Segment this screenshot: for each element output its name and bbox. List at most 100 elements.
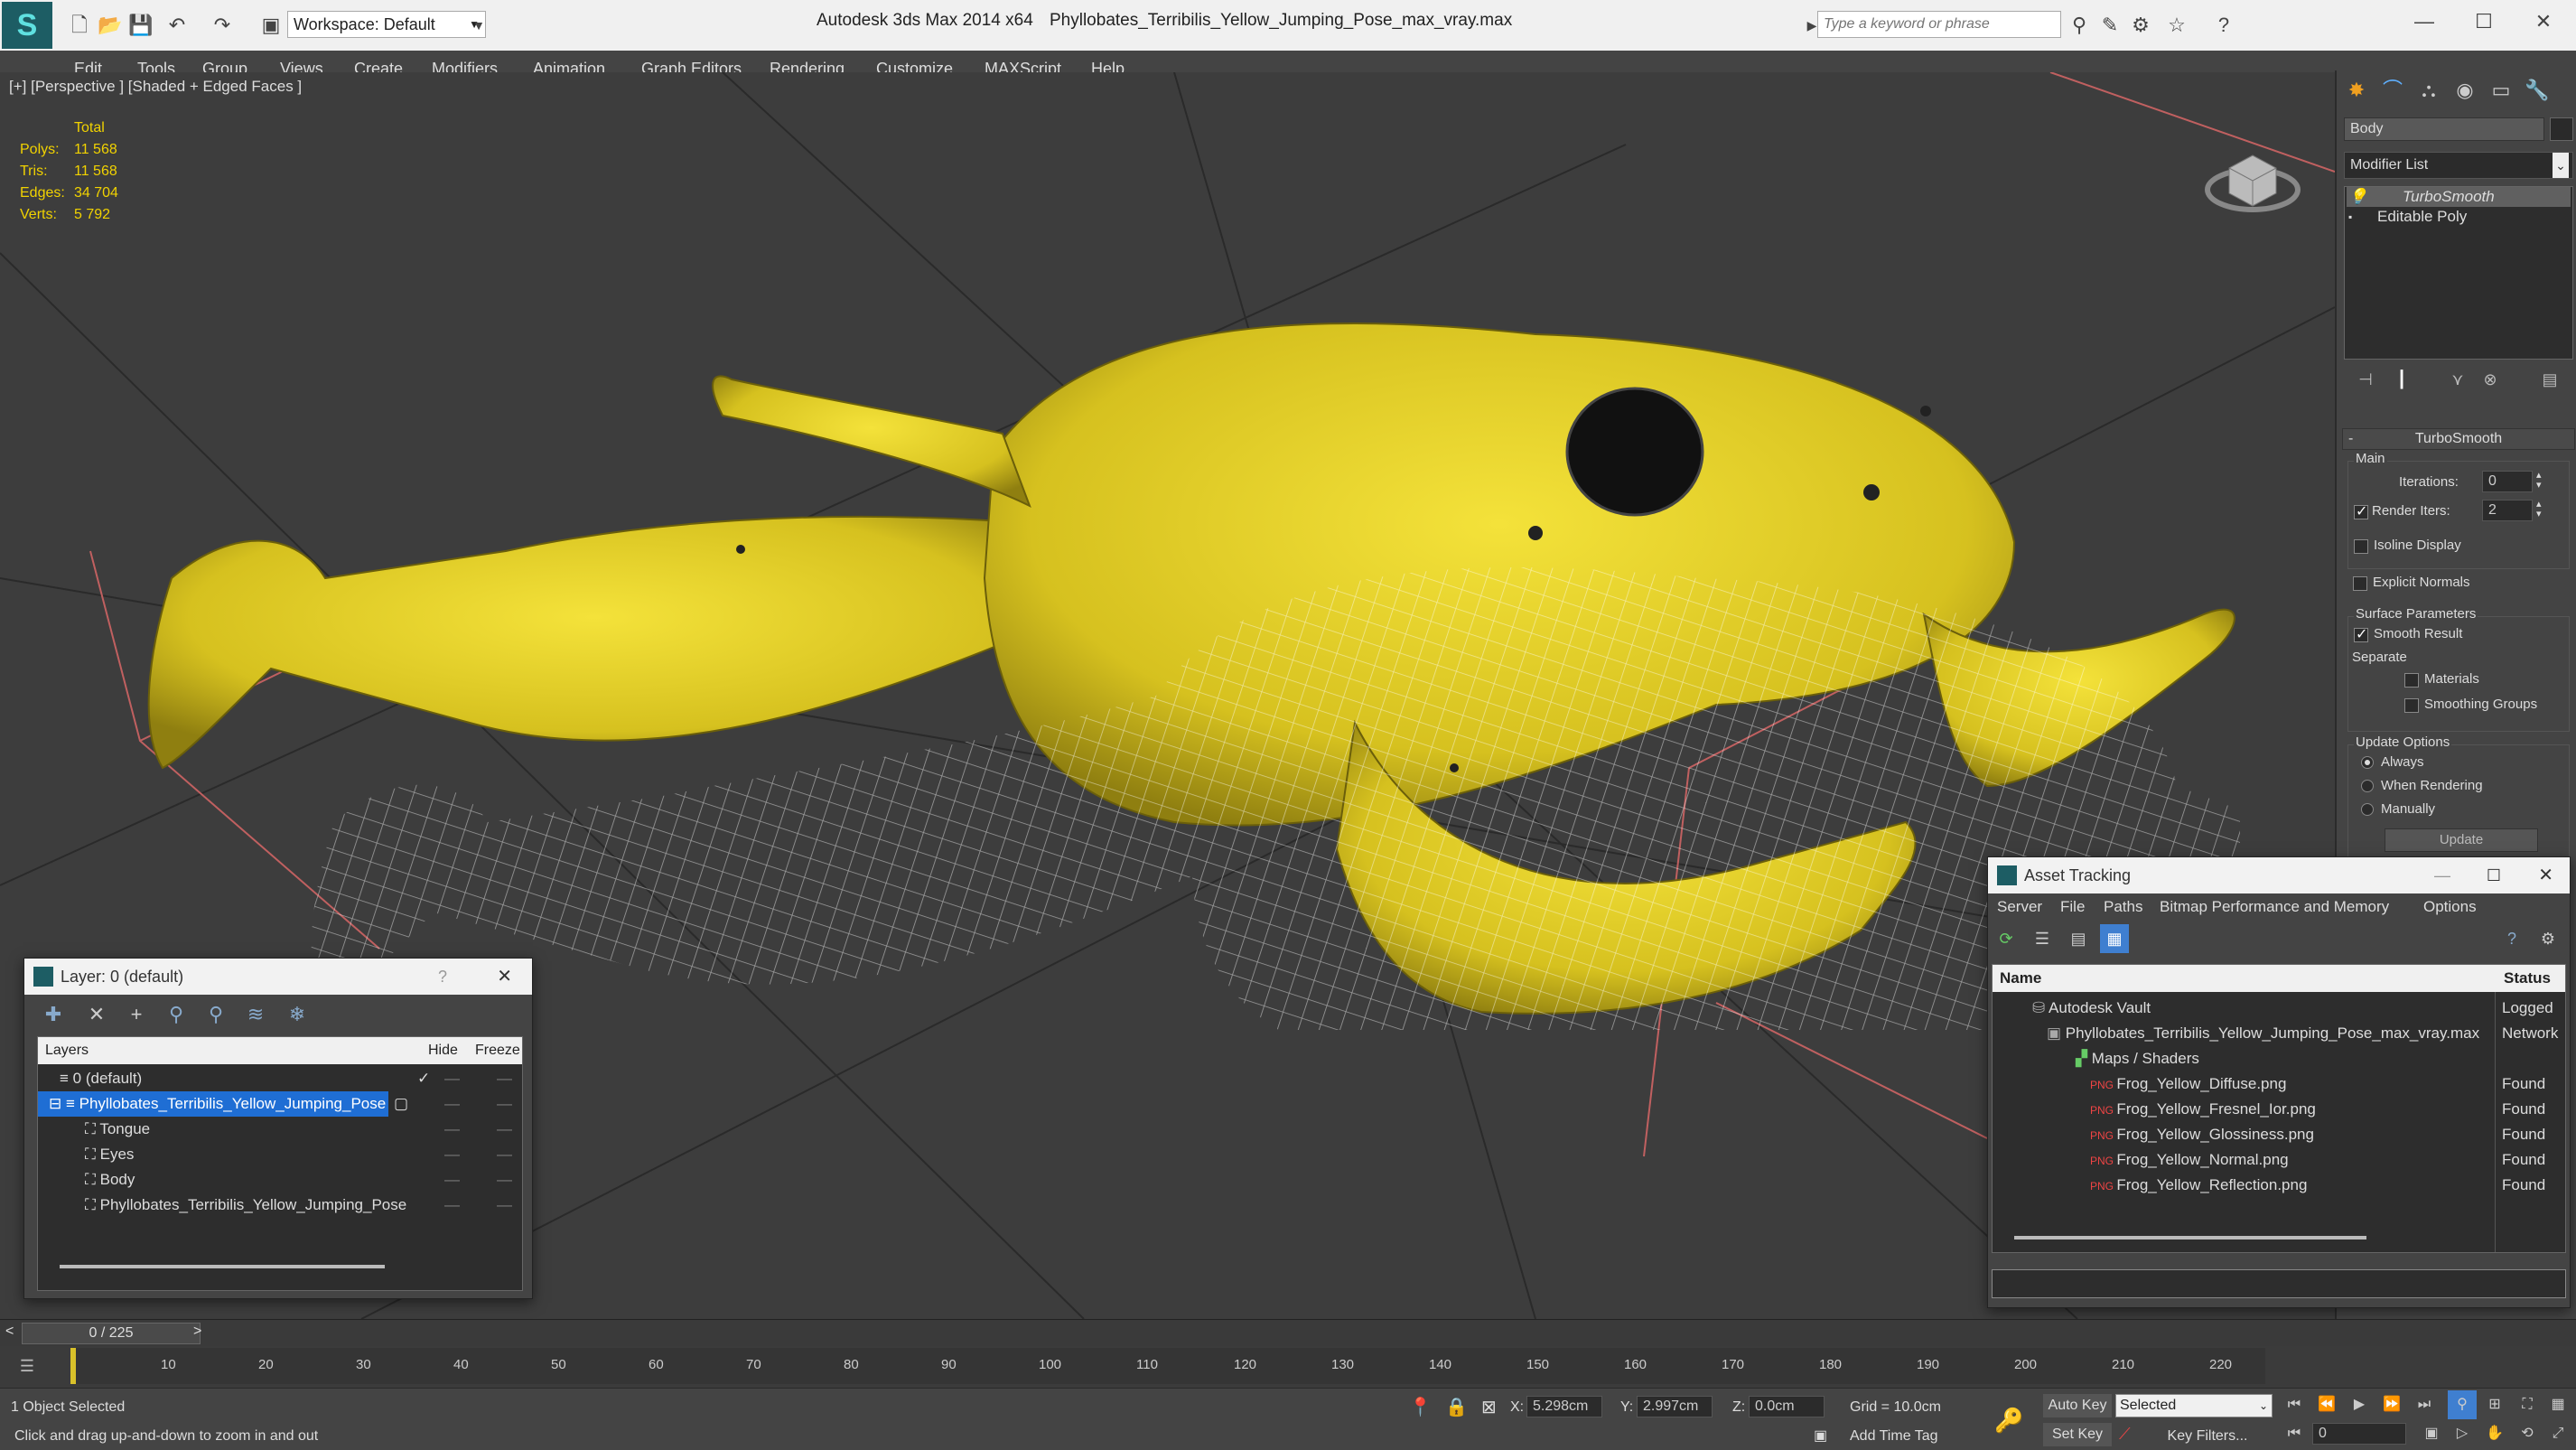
rollout-header[interactable]: - TurboSmooth (2342, 428, 2575, 450)
freeze-all-layers-icon[interactable]: ❄ (283, 1000, 312, 1029)
field-of-view-icon[interactable]: ▷ (2448, 1419, 2477, 1448)
layer-row-eyes[interactable]: ⛶ Eyes — — (38, 1142, 522, 1167)
search-input[interactable] (1817, 11, 2061, 38)
mini-curve-editor-icon[interactable]: ☰ (13, 1352, 42, 1380)
track-bar-ruler[interactable]: 10 20 30 40 50 60 70 80 90 100 110 120 130 140 150 160 1… (70, 1348, 2265, 1384)
freeze-toggle[interactable]: — (497, 1091, 512, 1117)
checkmark-icon[interactable]: ✓ (417, 1066, 430, 1091)
maximize-icon[interactable]: ☐ (2469, 7, 2498, 36)
refresh-icon[interactable]: ⟳ (1992, 924, 2021, 953)
horizontal-scrollbar[interactable] (2014, 1236, 2366, 1240)
time-configuration-icon[interactable]: ▣ (2417, 1419, 2446, 1448)
favorites-star-icon[interactable]: ☆ (2162, 11, 2191, 40)
close-icon[interactable]: ✕ (497, 959, 512, 995)
absolute-mode-icon[interactable]: ⊠ (1481, 1396, 1497, 1418)
select-in-layer-icon[interactable]: ⚲ (162, 1000, 191, 1029)
detail-view-icon[interactable]: ▤ (2064, 924, 2093, 953)
horizontal-scrollbar[interactable] (60, 1265, 385, 1268)
y-coordinate-field[interactable]: 2.997cm (1637, 1396, 1713, 1417)
explicit-normals-checkbox[interactable] (2353, 576, 2367, 591)
new-layer-icon[interactable]: ✚ (39, 1000, 68, 1029)
asset-row-glossiness[interactable]: PNG Frog_Yellow_Glossiness.png Found (1993, 1122, 2565, 1147)
hide-toggle[interactable]: — (444, 1142, 460, 1167)
hide-toggle[interactable]: — (444, 1193, 460, 1218)
asset-menu-file[interactable]: File (2060, 893, 2085, 921)
spinner-arrows-icon[interactable]: ▴ ▾ (2536, 500, 2542, 519)
manually-radio[interactable] (2361, 803, 2374, 816)
highlight-layer-icon[interactable]: ⚲ (201, 1000, 230, 1029)
zoom-icon[interactable]: ⚲ (2448, 1390, 2477, 1419)
redo-icon[interactable]: ↷ (208, 11, 237, 40)
object-color-swatch[interactable] (2550, 117, 2573, 141)
asset-row-diffuse[interactable]: PNG Frog_Yellow_Diffuse.png Found (1993, 1071, 2565, 1097)
render-iters-spinner[interactable]: 2 (2482, 500, 2533, 521)
selection-lock-icon[interactable]: 🔒 (1445, 1396, 1468, 1418)
layer-window-titlebar[interactable]: Layer: 0 (default)? ✕ (24, 959, 532, 995)
project-folder-icon[interactable]: ▣ (257, 11, 285, 40)
minimize-icon[interactable]: — (2410, 7, 2439, 36)
next-frame-icon[interactable]: > (193, 1324, 201, 1340)
col-hide[interactable]: Hide (428, 1037, 458, 1064)
spinner-arrows-icon[interactable]: ▴ ▾ (2536, 471, 2542, 491)
stack-item-editable-poly[interactable]: ▪ Editable Poly (2347, 207, 2571, 227)
key-filters-icon[interactable]: ⟋ (2119, 1425, 2131, 1444)
asset-menu-server[interactable]: Server (1997, 893, 2042, 921)
display-tab-icon[interactable]: ▭ (2487, 76, 2515, 105)
maximize-icon[interactable]: ☐ (2487, 857, 2501, 893)
materials-checkbox[interactable] (2404, 673, 2419, 688)
object-name-field[interactable]: Body (2344, 117, 2544, 141)
remove-modifier-icon[interactable]: ⊗ (2476, 365, 2505, 394)
current-frame-field[interactable]: 0 (2312, 1423, 2406, 1445)
auto-key-button[interactable]: Auto Key (2043, 1394, 2112, 1417)
create-tab-icon[interactable]: ✸ (2342, 76, 2371, 105)
next-frame-icon[interactable]: ⏩ (2377, 1390, 2406, 1419)
key-mode-dropdown[interactable]: Selected ⌄ (2115, 1394, 2273, 1417)
lightbulb-icon[interactable]: 💡 (2348, 187, 2367, 207)
col-name[interactable]: Name (1993, 969, 2041, 987)
hide-toggle[interactable]: — (444, 1117, 460, 1142)
layer-row-frog-object[interactable]: ⛶ Phyllobates_Terribilis_Yellow_Jumping_… (38, 1193, 522, 1218)
hide-all-layers-icon[interactable]: ≋ (241, 1000, 270, 1029)
layer-row-body[interactable]: ⛶ Body — — (38, 1167, 522, 1193)
layer-row-tongue[interactable]: ⛶ Tongue — — (38, 1117, 522, 1142)
undo-icon[interactable]: ↶ (163, 11, 191, 40)
add-time-tag[interactable]: Add Time Tag (1850, 1428, 1938, 1445)
subscription-icon[interactable]: ✎ (2095, 11, 2124, 40)
isoline-display-checkbox[interactable] (2354, 539, 2368, 554)
asset-row-normal[interactable]: PNG Frog_Yellow_Normal.png Found (1993, 1147, 2565, 1173)
save-file-icon[interactable]: 💾 (126, 11, 155, 40)
show-end-result-icon[interactable]: ┃ (2387, 365, 2416, 394)
close-icon[interactable]: ✕ (2529, 7, 2558, 36)
current-frame-marker[interactable] (70, 1348, 76, 1384)
make-unique-icon[interactable]: ⋎ (2443, 365, 2472, 394)
open-file-icon[interactable]: 📂 (96, 11, 125, 40)
zoom-extents-icon[interactable]: ⛶ (2513, 1390, 2542, 1419)
list-view-icon[interactable]: ☰ (2028, 924, 2057, 953)
quick-access-menu-icon[interactable]: ▼ (464, 11, 493, 40)
minimize-icon[interactable]: — (2434, 857, 2450, 893)
layer-row-frog[interactable]: ⊟ ≡ Phyllobates_Terribilis_Yellow_Jumpin… (38, 1091, 522, 1117)
layer-properties-icon[interactable]: ▢ (394, 1091, 408, 1117)
new-file-icon[interactable]: 🗋 (65, 11, 94, 40)
asset-row-max-file[interactable]: ▣ Phyllobates_Terribilis_Yellow_Jumping_… (1993, 1021, 2565, 1046)
freeze-toggle[interactable]: — (497, 1066, 512, 1091)
hide-toggle[interactable]: — (444, 1066, 460, 1091)
close-icon[interactable]: ✕ (2538, 857, 2553, 893)
utilities-tab-icon[interactable]: 🔧 (2523, 76, 2552, 105)
hierarchy-tab-icon[interactable]: ⛬ (2414, 76, 2443, 105)
asset-menu-options[interactable]: Options (2423, 893, 2477, 921)
asset-menu-paths[interactable]: Paths (2104, 893, 2142, 921)
freeze-toggle[interactable]: — (497, 1193, 512, 1218)
pan-view-icon[interactable]: ✋ (2480, 1419, 2509, 1448)
asset-row-reflection[interactable]: PNG Frog_Yellow_Reflection.png Found (1993, 1173, 2565, 1198)
isolate-selection-icon[interactable]: 📍 (1409, 1396, 1432, 1418)
pin-stack-icon[interactable]: ⊣ (2351, 365, 2380, 394)
configure-sets-icon[interactable]: ▤ (2535, 365, 2564, 394)
key-filters-button[interactable]: Key Filters... (2153, 1425, 2262, 1448)
update-button[interactable]: Update (2385, 828, 2538, 852)
freeze-toggle[interactable]: — (497, 1117, 512, 1142)
when-rendering-radio[interactable] (2361, 780, 2374, 792)
settings-icon[interactable]: ⚙ (2534, 924, 2562, 953)
help-icon[interactable]: ? (438, 959, 447, 995)
motion-tab-icon[interactable]: ◉ (2450, 76, 2479, 105)
